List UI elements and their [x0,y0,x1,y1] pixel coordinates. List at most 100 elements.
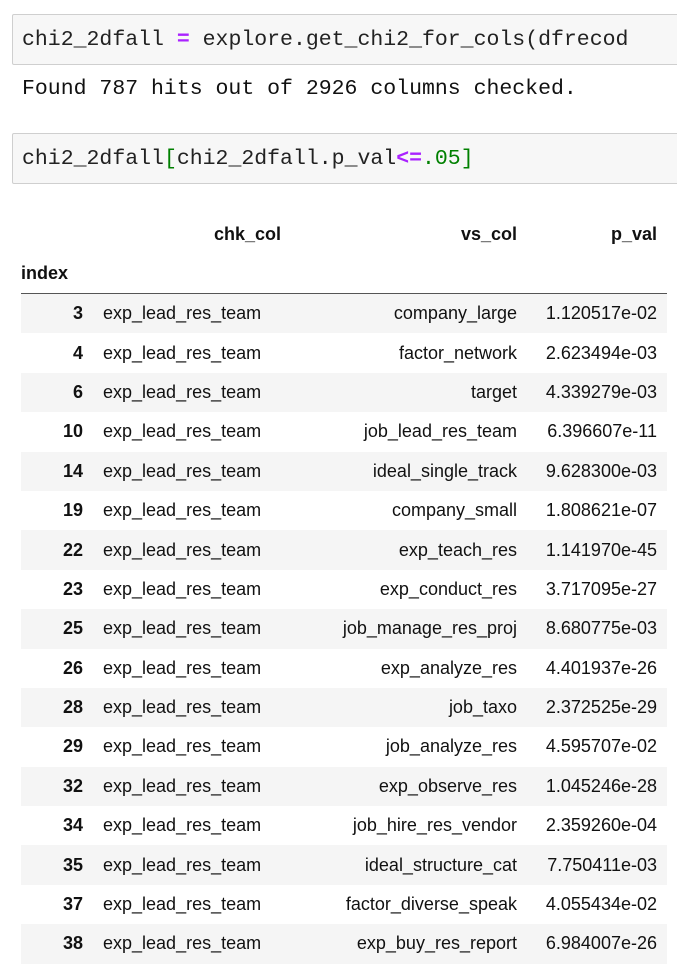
row-index-cell: 35 [62,854,83,875]
header-blank [103,254,301,294]
row-index-cell: 19 [62,500,83,521]
chk-col-cell: exp_lead_res_team [103,303,262,324]
table-row: 10 exp_lead_res_team job_lead_res_team 6.39… [21,412,667,452]
row-index-cell: 3 [72,303,83,324]
row-index-cell: 25 [62,618,83,639]
number-literal: .05 [422,147,461,171]
p-val-cell: 1.141970e-45 [545,539,657,560]
row-index-cell: 38 [62,933,83,954]
table-row: 29 exp_lead_res_team job_analyze_res 4.5957… [21,727,667,767]
vs-col-cell: job_hire_res_vendor [352,815,517,836]
column-header-vs-col: vs_col [460,223,517,244]
p-val-cell: 4.339279e-03 [545,381,657,402]
vs-col-cell: company_large [393,303,517,324]
code-text: chi2_2dfall.p_val [176,147,397,171]
row-index-cell: 32 [62,775,83,796]
chk-col-cell: exp_lead_res_team [103,500,262,521]
chk-col-cell: exp_lead_res_team [103,460,262,481]
chk-col-cell: exp_lead_res_team [103,736,262,757]
dataframe-output-table: chk_col vs_col p_val index 3 exp_lead_res… [21,214,667,964]
table-row: 6 exp_lead_res_team target 4.339279e-03 [21,372,667,413]
chk-col-cell: exp_lead_res_team [103,894,262,915]
table-row: 32 exp_lead_res_team exp_observe_res 1.0452… [21,766,667,807]
index-name-label: index [21,254,103,294]
row-index-cell: 28 [62,697,83,718]
row-index-cell: 23 [62,578,83,599]
row-index-cell: 34 [62,815,83,836]
vs-col-cell: exp_observe_res [378,775,517,796]
table-row: 22 exp_lead_res_team exp_teach_res 1.141970… [21,530,667,570]
p-val-cell: 4.055434e-02 [545,894,657,915]
row-index-cell: 4 [72,342,83,363]
chk-col-cell: exp_lead_res_team [103,342,262,363]
p-val-cell: 2.359260e-04 [545,815,657,836]
header-blank [517,254,667,294]
code-cell-filter[interactable]: chi2_2dfall[chi2_2dfall.p_val<=.05] [12,133,677,184]
chk-col-cell: exp_lead_res_team [103,539,262,560]
vs-col-cell: factor_diverse_speak [345,894,517,915]
compare-operator: <= [396,147,422,171]
cell-output-text: Found 787 hits out of 2926 columns check… [22,77,577,101]
p-val-cell: 9.628300e-03 [545,460,657,481]
code-text: explore.get_chi2_for_cols(dfrecod [189,28,629,52]
p-val-cell: 3.717095e-27 [545,578,657,599]
assign-operator: = [176,28,190,52]
header-blank [21,214,103,254]
table-row: 38 exp_lead_res_team exp_buy_res_report 6.9… [21,924,667,964]
row-index-cell: 37 [62,894,83,915]
p-val-cell: 7.750411e-03 [547,854,657,875]
chk-col-cell: exp_lead_res_team [103,775,262,796]
table-row: 35 exp_lead_res_team ideal_structure_cat 7.… [21,845,667,885]
chk-col-cell: exp_lead_res_team [103,578,262,599]
p-val-cell: 4.595707e-02 [545,736,657,757]
p-val-cell: 4.401937e-26 [545,657,657,678]
code-cell-chi2-compute[interactable]: chi2_2dfall = explore.get_chi2_for_cols(… [12,14,677,65]
row-index-cell: 26 [62,657,83,678]
p-val-cell: 8.680775e-03 [545,618,657,639]
bracket-close: ] [460,147,474,171]
row-index-cell: 14 [62,460,83,481]
p-val-cell: 6.396607e-11 [547,421,657,442]
index-name-row: index [21,254,667,294]
chk-col-cell: exp_lead_res_team [103,657,262,678]
vs-col-cell: factor_network [398,342,517,363]
table-row: 3 exp_lead_res_team company_large 1.120517e… [21,293,667,334]
table-row: 34 exp_lead_res_team job_hire_res_vendor 2.… [21,806,667,846]
vs-col-cell: job_lead_res_team [363,421,517,442]
p-val-cell: 1.808621e-07 [545,500,657,521]
table-row: 26 exp_lead_res_team exp_analyze_res 4.4019… [21,648,667,688]
code-text: chi2_2dfall [22,147,164,171]
vs-col-cell: job_taxo [448,697,517,718]
vs-col-cell: ideal_structure_cat [364,854,517,875]
vs-col-cell: company_small [391,500,517,521]
p-val-cell: 6.984007e-26 [545,933,657,954]
p-val-cell: 2.372525e-29 [545,697,657,718]
chk-col-cell: exp_lead_res_team [103,933,262,954]
table-row: 37 exp_lead_res_team factor_diverse_speak 4… [21,884,667,925]
vs-col-cell: exp_teach_res [398,539,517,560]
bracket-open: [ [163,147,177,171]
vs-col-cell: exp_conduct_res [379,578,517,599]
table-row: 25 exp_lead_res_team job_manage_res_proj 8.… [21,609,667,649]
p-val-cell: 2.623494e-03 [545,342,657,363]
code-text: chi2_2dfall [22,28,177,52]
column-header-chk-col: chk_col [213,223,281,244]
vs-col-cell: job_manage_res_proj [342,618,517,639]
vs-col-cell: ideal_single_track [372,460,517,481]
chk-col-cell: exp_lead_res_team [103,697,262,718]
header-blank [301,254,517,294]
p-val-cell: 1.045246e-28 [545,775,657,796]
table-row: 23 exp_lead_res_team exp_conduct_res 3.7170… [21,569,667,610]
table-row: 14 exp_lead_res_team ideal_single_track 9.6… [21,451,667,491]
table-row: 28 exp_lead_res_team job_taxo 2.372525e-29 [21,687,667,728]
table-header-row: chk_col vs_col p_val [21,214,667,254]
row-index-cell: 29 [62,736,83,757]
row-index-cell: 10 [62,421,83,442]
vs-col-cell: job_analyze_res [385,736,517,757]
vs-col-cell: target [470,381,517,402]
vs-col-cell: exp_analyze_res [380,657,517,678]
table-row: 19 exp_lead_res_team company_small 1.808621… [21,490,667,531]
p-val-cell: 1.120517e-02 [545,303,657,324]
chk-col-cell: exp_lead_res_team [103,421,262,442]
row-index-cell: 6 [72,381,83,402]
